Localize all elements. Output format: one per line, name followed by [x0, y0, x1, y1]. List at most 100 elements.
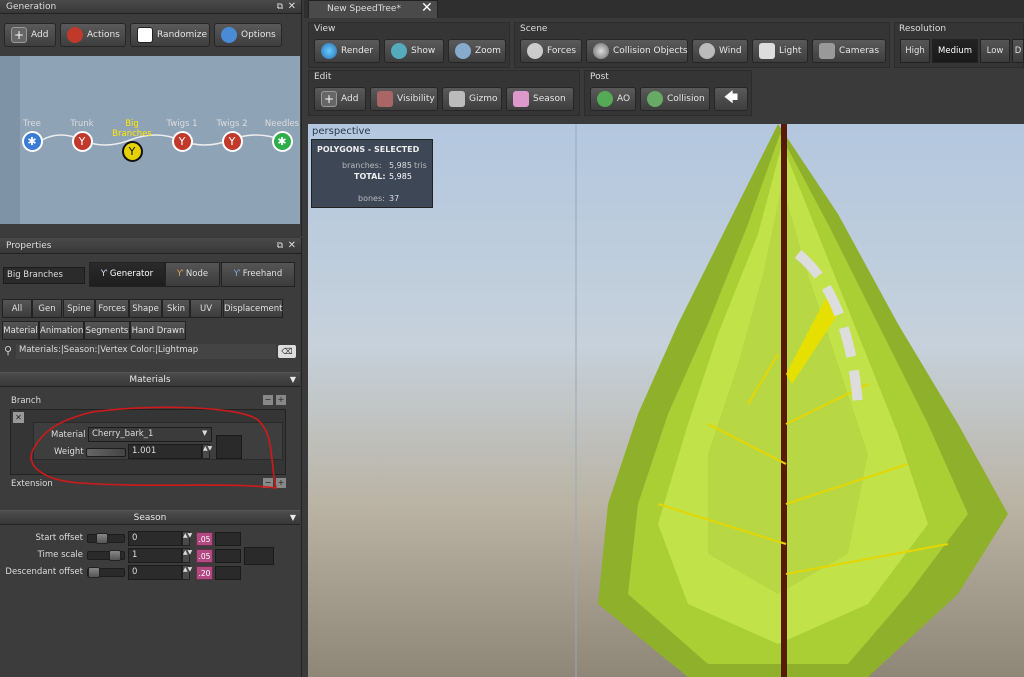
- toolbar-area: View Render Show Zoom Scene Forces Colli…: [304, 18, 1024, 124]
- edit-add-label: Add: [341, 94, 359, 104]
- cameras-label: Cameras: [839, 46, 880, 56]
- bones-value: 37: [389, 194, 400, 203]
- resolution-group-title: Resolution: [899, 24, 947, 34]
- total-label: TOTAL:: [354, 172, 386, 181]
- resolution-low[interactable]: Low: [980, 39, 1010, 63]
- node-twigs-2[interactable]: Twigs 2 Y: [207, 119, 257, 152]
- add-icon: +: [11, 27, 27, 43]
- season-row-slider[interactable]: [87, 550, 125, 561]
- zoom-label: Zoom: [475, 46, 501, 56]
- actions-button[interactable]: Actions: [60, 23, 126, 47]
- render-button[interactable]: Render: [314, 39, 380, 63]
- generation-title-bar: Generation ⧉ ✕: [0, 0, 301, 14]
- ao-button[interactable]: AO: [590, 87, 636, 111]
- magnet-icon: [527, 43, 543, 59]
- node-twigs-2-label: Twigs 2: [216, 119, 248, 129]
- generation-title: Generation: [6, 2, 57, 12]
- light-label: Light: [779, 46, 802, 56]
- node-big-branches[interactable]: Big Branches Y: [107, 119, 157, 162]
- visibility-button[interactable]: Visibility: [370, 87, 438, 111]
- wind-icon: [699, 43, 715, 59]
- post-group-title: Post: [590, 72, 609, 82]
- season-row-slider[interactable]: [87, 567, 125, 578]
- needles-node-icon: ✱: [271, 131, 293, 152]
- gizmo-button[interactable]: Gizmo: [442, 87, 502, 111]
- ao-icon: [597, 91, 613, 107]
- close-tab-icon[interactable]: ✕: [421, 0, 433, 16]
- back-button[interactable]: 🡄: [714, 87, 748, 111]
- season-row-curve[interactable]: [215, 549, 241, 563]
- viewport[interactable]: perspective POLYGONS - SELECTED branches…: [308, 124, 1024, 677]
- node-needles[interactable]: Needles ✱: [257, 119, 307, 152]
- node-trunk[interactable]: Trunk Y: [57, 119, 107, 152]
- randomize-button[interactable]: Randomize: [130, 23, 210, 47]
- twigs-1-node-icon: Y: [171, 131, 193, 152]
- resolution-d[interactable]: D: [1012, 39, 1024, 63]
- season-row-label: Descendant offset: [5, 567, 83, 577]
- stats-overlay: POLYGONS - SELECTED branches: 5,985 tris…: [311, 139, 433, 208]
- add-button[interactable]: + Add: [4, 23, 56, 47]
- season-row-curve[interactable]: [215, 532, 241, 546]
- resolution-medium[interactable]: Medium: [932, 39, 978, 63]
- resolution-high[interactable]: High: [900, 39, 930, 63]
- slider-knob[interactable]: [109, 550, 121, 561]
- season-row-spinner[interactable]: ▲▼: [182, 531, 192, 546]
- node-trunk-label: Trunk: [70, 119, 94, 129]
- collision-button[interactable]: Collision: [640, 87, 710, 111]
- season-row-curve[interactable]: [215, 566, 241, 580]
- node-tree[interactable]: Tree ✱: [7, 119, 57, 152]
- arrow-left-icon: 🡄: [723, 90, 739, 106]
- zoom-button[interactable]: Zoom: [448, 39, 506, 63]
- trunk-node-icon: Y: [71, 131, 93, 152]
- ao-label: AO: [617, 94, 631, 104]
- season-row-value[interactable]: 0: [128, 531, 182, 546]
- node-twigs-1-label: Twigs 1: [166, 119, 198, 129]
- season-section-header[interactable]: Season ▼: [0, 510, 300, 525]
- branches-label: branches:: [342, 161, 382, 170]
- season-row-slider[interactable]: [87, 533, 125, 544]
- options-button[interactable]: Options: [214, 23, 282, 47]
- stats-title: POLYGONS - SELECTED: [317, 145, 420, 154]
- cameras-button[interactable]: Cameras: [812, 39, 886, 63]
- season-curve-preview[interactable]: [244, 547, 274, 565]
- slider-knob[interactable]: [96, 533, 108, 544]
- edit-group-title: Edit: [314, 72, 332, 82]
- collapse-icon[interactable]: ▼: [290, 511, 296, 525]
- slider-knob[interactable]: [88, 567, 100, 578]
- season-row-value[interactable]: 1: [128, 548, 182, 563]
- edit-add-button[interactable]: + Add: [314, 87, 366, 111]
- season-row-spinner[interactable]: ▲▼: [182, 565, 192, 580]
- total-value: 5,985: [389, 172, 412, 181]
- document-tab-bar: New SpeedTree* ✕: [304, 0, 1024, 18]
- node-needles-label: Needles: [264, 119, 300, 129]
- camera-icon: [819, 43, 835, 59]
- float-icon[interactable]: ⧉: [277, 0, 283, 14]
- season-row-rate[interactable]: .05: [196, 549, 213, 563]
- wind-label: Wind: [719, 46, 742, 56]
- red-annotation-outline: [30, 406, 278, 489]
- view-group-title: View: [314, 24, 336, 34]
- collision-objects-button[interactable]: Collision Objects: [586, 39, 688, 63]
- show-button[interactable]: Show: [384, 39, 444, 63]
- randomize-label: Randomize: [157, 30, 208, 40]
- wind-button[interactable]: Wind: [692, 39, 748, 63]
- light-icon: [759, 43, 775, 59]
- options-label: Options: [241, 30, 276, 40]
- forces-button[interactable]: Forces: [520, 39, 582, 63]
- document-tab-label: New SpeedTree*: [327, 4, 401, 14]
- season-row-rate[interactable]: .05: [196, 532, 213, 546]
- season-row-spinner[interactable]: ▲▼: [182, 548, 192, 563]
- document-tab[interactable]: New SpeedTree* ✕: [308, 0, 438, 18]
- node-graph[interactable]: Tree ✱ Trunk Y Big Branches Y Twigs 1 Y …: [0, 56, 300, 224]
- twigs-2-node-icon: Y: [221, 131, 243, 152]
- season-row-value[interactable]: 0: [128, 565, 182, 580]
- scene-group-title: Scene: [520, 24, 548, 34]
- add-label: Add: [31, 30, 49, 40]
- season-row-rate[interactable]: .20: [196, 566, 213, 580]
- close-icon[interactable]: ✕: [288, 0, 296, 14]
- light-button[interactable]: Light: [752, 39, 808, 63]
- season-row-label: Time scale: [37, 550, 83, 560]
- node-twigs-1[interactable]: Twigs 1 Y: [157, 119, 207, 152]
- actions-label: Actions: [87, 30, 120, 40]
- season-button[interactable]: Season: [506, 87, 574, 111]
